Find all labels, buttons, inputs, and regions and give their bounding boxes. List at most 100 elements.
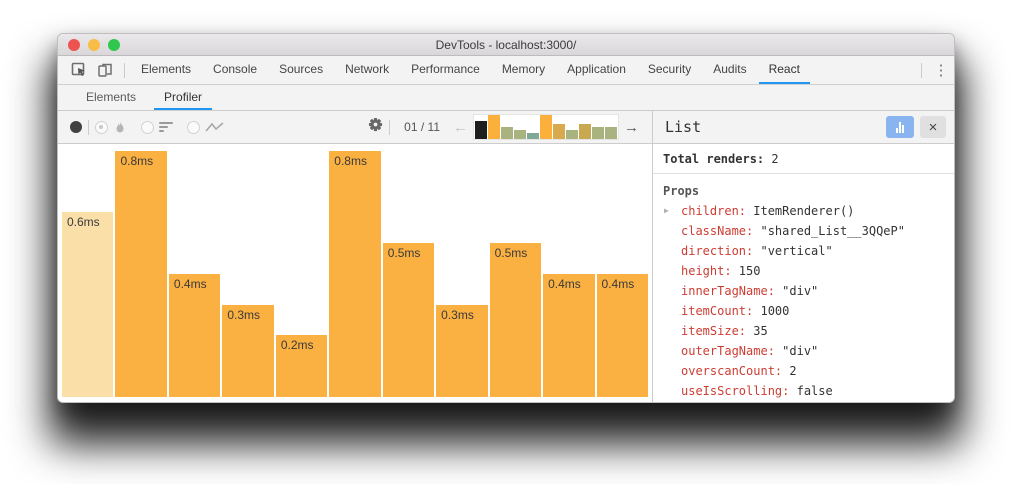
commit-bar-label: 0.8ms [334, 154, 367, 168]
commit-bar[interactable]: 0.8ms [115, 151, 166, 397]
prop-row-innertagname: innerTagName: "div" [653, 281, 954, 301]
commit-selector-minichart[interactable] [473, 114, 619, 140]
selected-component-header: List × [652, 111, 954, 144]
prop-key: overscanCount: [681, 364, 782, 378]
close-icon: × [929, 119, 938, 136]
devtools-tabs: ElementsConsoleSourcesNetworkPerformance… [131, 56, 812, 84]
toolbar-row: 01 / 11 ← → List × [58, 111, 954, 144]
gear-icon[interactable] [368, 117, 383, 137]
prop-value: "div" [775, 344, 818, 358]
tab-console[interactable]: Console [203, 56, 267, 84]
ranked-radio[interactable] [141, 121, 154, 134]
commit-bar-label: 0.4ms [548, 277, 581, 291]
commit-bar[interactable]: 0.5ms [490, 243, 541, 397]
minichart-bar[interactable] [592, 127, 604, 139]
prop-key: children: [681, 204, 746, 218]
prop-value: 150 [732, 264, 761, 278]
tab-sources[interactable]: Sources [269, 56, 333, 84]
ranked-view-option[interactable] [141, 121, 173, 134]
minichart-bar[interactable] [488, 115, 500, 139]
minichart-bar[interactable] [553, 124, 565, 139]
commit-bar[interactable]: 0.3ms [436, 305, 487, 397]
commit-bar[interactable]: 0.8ms [329, 151, 380, 397]
react-subtabbar: Elements Profiler [58, 85, 954, 111]
next-commit-icon[interactable]: → [624, 119, 639, 136]
prop-row-outertagname: outerTagName: "div" [653, 341, 954, 361]
bar-chart-icon [896, 122, 904, 133]
commit-bar[interactable]: 0.6ms [62, 212, 113, 397]
commit-bar[interactable]: 0.2ms [276, 335, 327, 397]
commit-bar-label: 0.5ms [495, 246, 528, 260]
prop-row-useisscrolling: useIsScrolling: false [653, 381, 954, 401]
tab-elements[interactable]: Elements [131, 56, 201, 84]
interactions-view-option[interactable] [187, 121, 225, 134]
flamegraph-radio[interactable] [95, 121, 108, 134]
prop-row-children: ▶children: ItemRenderer() [653, 201, 954, 221]
expand-icon[interactable]: ▶ [664, 201, 669, 221]
prop-key: itemCount: [681, 304, 753, 318]
minimize-window-button[interactable] [88, 39, 100, 51]
device-toolbar-icon[interactable] [92, 56, 118, 84]
minichart-bar[interactable] [579, 124, 591, 139]
commit-bar[interactable]: 0.5ms [383, 243, 434, 397]
interactions-icon [205, 121, 225, 134]
commit-bar[interactable]: 0.4ms [169, 274, 220, 397]
commit-bar-label: 0.8ms [120, 154, 153, 168]
tab-network[interactable]: Network [335, 56, 399, 84]
close-window-button[interactable] [68, 39, 80, 51]
minichart-bar[interactable] [527, 133, 539, 139]
commit-bar-label: 0.3ms [227, 308, 260, 322]
minichart-bar[interactable] [501, 127, 513, 139]
view-chart-button[interactable] [886, 116, 914, 138]
tab-memory[interactable]: Memory [492, 56, 555, 84]
tab-security[interactable]: Security [638, 56, 701, 84]
ranked-icon [159, 122, 173, 132]
minichart-bar[interactable] [605, 127, 617, 139]
divider [921, 63, 922, 78]
commit-bar-label: 0.3ms [441, 308, 474, 322]
prev-commit-icon[interactable]: ← [453, 119, 468, 136]
total-renders-value: 2 [771, 152, 778, 166]
commit-bar-label: 0.2ms [281, 338, 314, 352]
tab-audits[interactable]: Audits [703, 56, 756, 84]
prop-key: className: [681, 224, 753, 238]
flamegraph-view-option[interactable] [95, 120, 127, 135]
zoom-window-button[interactable] [108, 39, 120, 51]
flamegraph-icon [113, 120, 127, 135]
prop-value: 2 [782, 364, 796, 378]
window-title: DevTools - localhost:3000/ [436, 38, 577, 52]
interactions-radio[interactable] [187, 121, 200, 134]
tab-application[interactable]: Application [557, 56, 636, 84]
prop-row-direction: direction: "vertical" [653, 241, 954, 261]
commit-bar-label: 0.4ms [602, 277, 635, 291]
divider [88, 120, 89, 135]
close-panel-button[interactable]: × [920, 116, 946, 138]
subtab-profiler[interactable]: Profiler [154, 85, 212, 110]
minichart-bar[interactable] [540, 115, 552, 139]
component-details-panel: Total renders: 2 Props ▶children: ItemRe… [652, 144, 954, 402]
component-name: List [665, 118, 701, 136]
more-options-icon[interactable]: ⋮ [928, 56, 954, 84]
tab-react[interactable]: React [759, 56, 810, 84]
record-icon[interactable] [70, 121, 82, 133]
prop-value: false [789, 384, 832, 398]
prop-key: useIsScrolling: [681, 384, 789, 398]
commit-bar[interactable]: 0.4ms [543, 274, 594, 397]
commit-bar-label: 0.5ms [388, 246, 421, 260]
commit-bar-label: 0.4ms [174, 277, 207, 291]
prop-key: itemSize: [681, 324, 746, 338]
commit-bar[interactable]: 0.4ms [597, 274, 648, 397]
commit-bar[interactable]: 0.3ms [222, 305, 273, 397]
prop-value: "div" [775, 284, 818, 298]
prop-row-classname: className: "shared_List__3QQeP" [653, 221, 954, 241]
tab-performance[interactable]: Performance [401, 56, 490, 84]
minichart-bar[interactable] [475, 121, 487, 139]
prop-row-itemcount: itemCount: 1000 [653, 301, 954, 321]
prop-row-overscancount: overscanCount: 2 [653, 361, 954, 381]
minichart-bar[interactable] [514, 130, 526, 139]
inspect-element-icon[interactable] [66, 56, 92, 84]
divider [124, 63, 125, 78]
minichart-bar[interactable] [566, 130, 578, 139]
subtab-elements[interactable]: Elements [76, 85, 146, 110]
props-list: ▶children: ItemRenderer()className: "sha… [653, 201, 954, 402]
